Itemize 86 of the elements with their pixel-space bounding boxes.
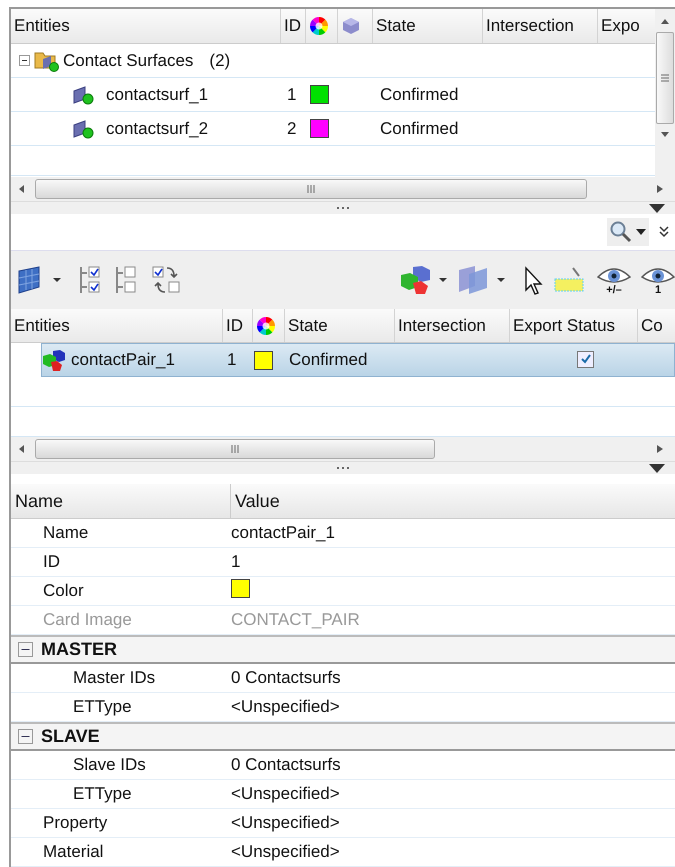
cursor-icon[interactable] <box>523 265 543 295</box>
horizontal-scrollbar[interactable] <box>11 177 675 201</box>
column-header[interactable]: Name <box>11 484 231 518</box>
table-cell-text: Confirmed <box>288 350 368 370</box>
eye-button[interactable]: +/– <box>597 264 631 296</box>
property-value[interactable]: <Unspecified> <box>231 784 340 803</box>
dropdown-arrow-icon[interactable] <box>53 278 61 282</box>
property-value[interactable]: contactPair_1 <box>231 523 335 542</box>
scroll-thumb[interactable] <box>35 439 435 459</box>
scroll-right-icon[interactable] <box>657 185 663 193</box>
group-header[interactable]: MASTER <box>41 639 117 660</box>
horizontal-scrollbar[interactable] <box>11 437 675 461</box>
search-icon <box>610 221 632 243</box>
property-name: Master IDs <box>73 668 156 687</box>
grip-icon <box>337 466 349 470</box>
column-header[interactable]: Entities <box>11 309 223 342</box>
surface-icon <box>73 84 95 104</box>
property-value[interactable]: 0 Contactsurfs <box>231 668 341 687</box>
cubes-icon <box>42 349 66 371</box>
group-header[interactable]: SLAVE <box>41 726 100 747</box>
scroll-thumb[interactable] <box>656 32 674 124</box>
table-cell-text: Confirmed <box>379 118 460 138</box>
color-swatch[interactable] <box>231 579 250 598</box>
property-name: ID <box>43 552 60 571</box>
collapse-icon[interactable] <box>18 642 33 657</box>
scroll-up-icon[interactable] <box>661 19 669 24</box>
column-header[interactable]: ID <box>281 9 306 43</box>
property-name: Material <box>43 842 104 861</box>
property-value[interactable]: 0 Contactsurfs <box>231 755 341 774</box>
dropdown-arrow-icon[interactable] <box>497 278 505 282</box>
grip-icon <box>337 206 349 210</box>
checkmark-icon <box>580 353 592 365</box>
surface-icon <box>73 118 95 138</box>
table-row[interactable]: contactPair_1 1 Confirmed <box>41 343 675 377</box>
table-cell-text: Confirmed <box>379 84 460 104</box>
column-header[interactable]: ID <box>223 309 253 342</box>
property-value[interactable]: <Unspecified> <box>231 697 340 716</box>
column-header[interactable]: Intersection <box>483 9 598 43</box>
color-wheel-icon <box>256 316 276 336</box>
column-header[interactable]: Value <box>231 484 280 518</box>
property-name: ETType <box>73 784 132 803</box>
grip-icon <box>306 184 316 194</box>
property-value[interactable]: <Unspecified> <box>231 842 340 861</box>
vertical-scrollbar[interactable] <box>655 9 675 177</box>
grip-icon <box>230 444 240 454</box>
eye-button[interactable]: 1 <box>641 264 675 296</box>
column-header[interactable]: State <box>373 9 483 43</box>
scroll-down-icon[interactable] <box>661 132 669 137</box>
chevron-down-icon[interactable] <box>659 226 669 238</box>
column-header[interactable]: Co <box>638 309 675 342</box>
dropdown-arrow-icon[interactable] <box>649 204 665 213</box>
property-name: Name <box>43 523 88 542</box>
scroll-right-icon[interactable] <box>657 445 663 453</box>
search-button[interactable] <box>607 218 649 246</box>
checkbox[interactable] <box>577 350 594 368</box>
table-cell-text: 1 <box>226 350 238 370</box>
property-value[interactable]: 1 <box>231 552 240 571</box>
grip-icon <box>660 73 670 83</box>
property-name: Card Image <box>43 610 132 629</box>
collapse-icon[interactable] <box>18 729 33 744</box>
tree-item-label[interactable]: contactsurf_2 <box>103 118 212 138</box>
scroll-left-icon[interactable] <box>19 445 25 453</box>
item-count: (2) <box>208 50 232 70</box>
dropdown-arrow-icon[interactable] <box>439 278 447 282</box>
column-header[interactable]: Intersection <box>395 309 510 342</box>
property-name: Property <box>43 813 108 832</box>
table-cell-text: 1 <box>286 84 298 104</box>
color-wheel-icon <box>309 16 329 36</box>
table-cell-text: contactPair_1 <box>70 350 176 370</box>
column-header[interactable]: State <box>285 309 395 342</box>
collapse-icon[interactable] <box>19 55 30 66</box>
tree-item-label[interactable]: Contact Surfaces <box>60 50 196 70</box>
property-name: ETType <box>73 697 132 716</box>
cube-icon <box>341 16 361 36</box>
column-header[interactable]: Export Status <box>510 309 638 342</box>
scroll-thumb[interactable] <box>35 179 587 199</box>
tree-item-label[interactable]: contactsurf_1 <box>103 84 212 104</box>
dropdown-arrow-icon <box>636 229 646 235</box>
dropdown-arrow-icon[interactable] <box>649 464 665 473</box>
property-name: Slave IDs <box>73 755 146 774</box>
property-value[interactable]: <Unspecified> <box>231 813 340 832</box>
cubes-icon[interactable] <box>399 265 433 295</box>
scroll-left-icon[interactable] <box>19 185 25 193</box>
column-header[interactable]: Entities <box>11 9 281 43</box>
property-name: Color <box>43 581 84 600</box>
table-cell-text: 2 <box>286 118 298 138</box>
